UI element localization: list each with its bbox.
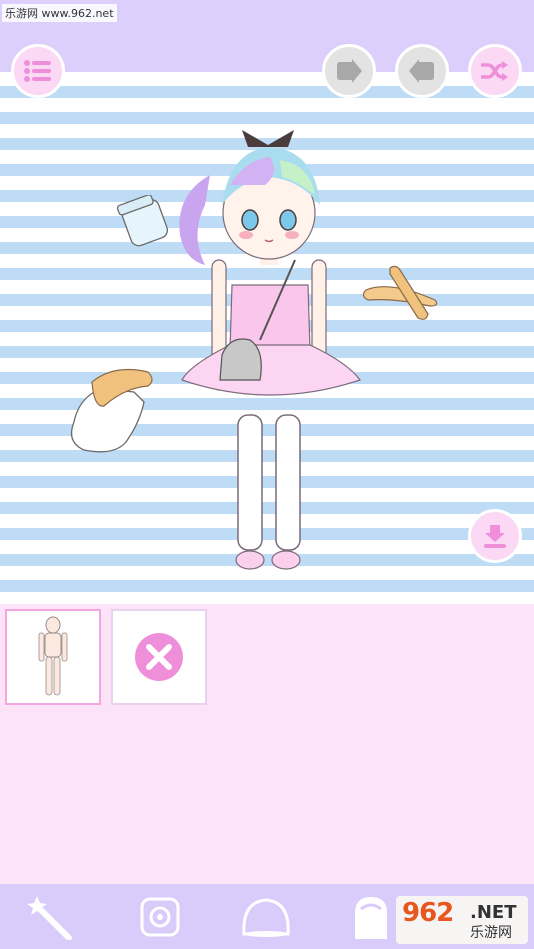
arrow-left-icon bbox=[409, 59, 434, 83]
character-doll[interactable] bbox=[170, 125, 370, 575]
shuffle-button[interactable] bbox=[468, 44, 522, 98]
settings-tab[interactable] bbox=[130, 892, 190, 942]
site-logo: 962 .NET 乐游网 bbox=[396, 896, 528, 944]
close-icon bbox=[135, 633, 183, 681]
site-watermark: 乐游网 www.962.net bbox=[2, 4, 117, 22]
glove-item[interactable] bbox=[64, 362, 158, 456]
slime-icon bbox=[242, 898, 290, 937]
menu-button[interactable] bbox=[11, 44, 65, 98]
undo-button[interactable] bbox=[322, 44, 376, 98]
redo-button[interactable] bbox=[395, 44, 449, 98]
arrow-right-icon bbox=[337, 59, 362, 83]
ghost-icon bbox=[355, 897, 387, 939]
jar-item[interactable] bbox=[116, 195, 172, 247]
shuffle-icon bbox=[481, 61, 508, 81]
slime-tab[interactable] bbox=[236, 892, 296, 942]
base-body-slot[interactable] bbox=[5, 609, 101, 705]
body-thumbnail bbox=[38, 616, 68, 696]
logo-domain: .NET bbox=[470, 902, 517, 923]
gear-icon bbox=[140, 897, 180, 937]
bread-item[interactable] bbox=[360, 262, 442, 324]
download-button[interactable] bbox=[468, 509, 522, 563]
remove-item-slot[interactable] bbox=[111, 609, 207, 705]
ghost-tab[interactable] bbox=[342, 892, 402, 942]
list-icon bbox=[24, 60, 51, 82]
magic-wand-icon bbox=[27, 896, 72, 940]
magic-wand-tab[interactable] bbox=[22, 892, 82, 942]
logo-number: 962 bbox=[402, 898, 454, 928]
logo-chinese-name: 乐游网 bbox=[470, 925, 512, 941]
download-icon bbox=[484, 525, 506, 548]
